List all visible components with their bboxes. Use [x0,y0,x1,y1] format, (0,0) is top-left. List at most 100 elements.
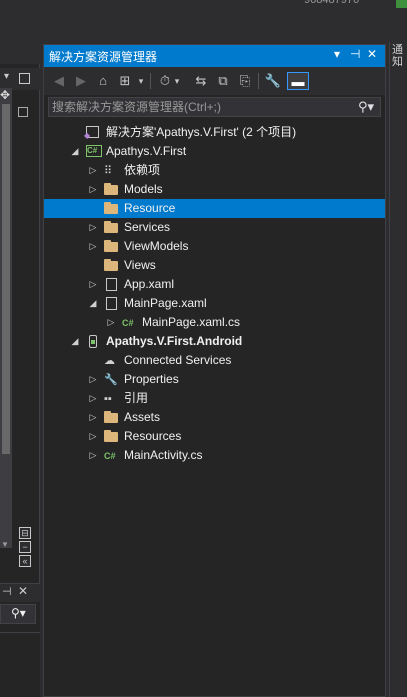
pin-icon[interactable]: ⊣ [2,585,12,598]
collapse-all-icon[interactable]: ⧉ [214,72,232,90]
solution-explorer-toolbar: ◀ ▶ ⌂ ⊞ ▾ ⏱ ▾ ⇆ ⧉ ⎘ 🔧 ▬ [44,67,385,95]
tree-item[interactable]: ▷ Assets [44,408,385,427]
csharp-file-icon: C# [122,318,134,328]
expanded-arrow-icon[interactable]: ◢ [88,294,98,313]
solution-tree: ◆ 解决方案'Apathys.V.First' (2 个项目) ◢ C# Apathys… [44,123,385,465]
tree-item[interactable]: ▷ ⠿ 依赖项 [44,161,385,180]
panel-icon[interactable] [18,107,28,117]
collapsed-arrow-icon[interactable]: ▷ [88,446,98,465]
tree-item[interactable]: ☁ Connected Services [44,351,385,370]
tree-item-label: Models [124,182,163,196]
expanded-arrow-icon[interactable]: ◢ [70,332,80,351]
left-panel-scrollbar[interactable] [0,88,12,548]
back-icon[interactable]: ◀ [50,72,68,90]
tree-item[interactable]: ▷ ▪▪ 引用 [44,389,385,408]
search-input[interactable] [49,98,339,116]
close-icon[interactable]: ✕ [18,584,28,598]
chevron-down-icon[interactable]: ▾ [136,72,146,90]
tree-item[interactable]: ◢ Apathys.V.First.Android [44,332,385,351]
xaml-file-icon [106,278,117,291]
collapsed-arrow-icon[interactable]: ▷ [88,237,98,256]
tree-item[interactable]: Views [44,256,385,275]
android-project-icon [89,335,97,348]
folder-icon [104,259,118,271]
collapsed-arrow-icon[interactable]: ▷ [88,427,98,446]
tree-item-label: Assets [124,410,161,424]
tree-item-label: Apathys.V.First.Android [106,334,243,348]
tree-item[interactable]: ▷ C# MainActivity.cs [44,446,385,465]
toolbar-separator [258,73,259,89]
tree-item-label: Views [124,258,156,272]
collapsed-arrow-icon[interactable]: ▷ [88,161,98,180]
tree-item[interactable]: ◆ 解决方案'Apathys.V.First' (2 个项目) [44,123,385,142]
sync-icon[interactable]: ⇆ [192,72,210,90]
window-position-icon[interactable]: ▾ [334,47,340,61]
show-all-files-icon[interactable]: ⎘ [236,72,254,90]
tree-item[interactable]: ▷ 🔧 Properties [44,370,385,389]
pin-icon[interactable]: ⊣ [350,47,360,61]
dropdown-icon[interactable]: ▾ [4,71,9,82]
preview-icon[interactable]: ▬ [287,72,309,90]
dependencies-icon: ⠿ [104,165,113,177]
panel-divider [0,632,40,633]
collapsed-arrow-icon[interactable]: ▷ [88,370,98,389]
solution-explorer: 解决方案资源管理器 ▾ ⊣ ✕ ◀ ▶ ⌂ ⊞ ▾ ⏱ ▾ ⇆ ⧉ ⎘ 🔧 ▬ … [43,44,386,697]
xaml-file-icon [106,297,117,310]
folder-icon [104,411,118,423]
references-icon: ▪▪ [104,393,112,405]
collapse-icon[interactable]: ⊟ [19,527,31,539]
tree-item[interactable]: ▷ Models [44,180,385,199]
wrench-icon[interactable]: 🔧 [264,72,282,90]
collapsed-arrow-icon[interactable]: ▷ [88,218,98,237]
tree-item[interactable]: ▷ Services [44,218,385,237]
scroll-down-arrow-icon[interactable]: ▼ [1,540,9,549]
collapsed-arrow-icon[interactable]: ▷ [88,180,98,199]
folder-icon [104,202,118,214]
solution-search-box[interactable]: ⚲▾ [48,97,381,117]
tree-item[interactable]: Resource [44,199,385,218]
top-number-text: 968487976 [304,0,360,6]
tree-item-label: Resources [124,429,182,443]
status-indicator [396,0,407,8]
csharp-file-icon: C# [104,451,116,461]
solution-explorer-title-bar[interactable]: 解决方案资源管理器 ▾ ⊣ ✕ [44,45,385,67]
tree-item[interactable]: ▷ ViewModels [44,237,385,256]
tree-item[interactable]: ◢ MainPage.xaml [44,294,385,313]
close-icon[interactable]: ✕ [367,47,377,61]
double-chevron-icon[interactable]: « [19,555,31,567]
switch-views-icon[interactable]: ⊞ [116,72,134,90]
left-bottom-header: ⊣ ✕ [0,584,40,602]
expanded-arrow-icon[interactable]: ◢ [70,142,80,161]
notifications-tab[interactable]: 通知 [392,44,404,68]
collapsed-arrow-icon[interactable]: ▷ [88,389,98,408]
folder-icon [104,430,118,442]
right-dock [389,42,407,697]
tree-item-label: Services [124,220,171,234]
collapsed-arrow-icon[interactable]: ▷ [88,275,98,294]
search-icon[interactable]: ⚲▾ [358,99,374,115]
panel-title: 解决方案资源管理器 [49,50,158,64]
tree-item-label: 解决方案'Apathys.V.First' (2 个项目) [106,125,297,139]
collapsed-arrow-icon[interactable]: ▷ [88,408,98,427]
tree-item-label: 引用 [124,391,149,405]
search-icon[interactable]: ⚲▾ [11,606,26,620]
forward-icon[interactable]: ▶ [72,72,90,90]
minus-icon[interactable]: − [19,541,31,553]
folder-icon [104,240,118,252]
split-icon[interactable] [19,73,30,84]
tree-item[interactable]: ▷ C# MainPage.xaml.cs [44,313,385,332]
home-icon[interactable]: ⌂ [94,72,112,90]
chevron-down-icon[interactable]: ▾ [172,72,182,90]
tree-item-label: ViewModels [124,239,189,253]
folder-icon [104,183,118,195]
tree-item-label: MainActivity.cs [124,448,203,462]
tree-item[interactable]: ▷ App.xaml [44,275,385,294]
tree-item-label: Properties [124,372,179,386]
left-search-box[interactable]: ⚲▾ [0,604,36,624]
scrollbar-thumb[interactable] [2,104,10,454]
tree-item[interactable]: ▷ Resources [44,427,385,446]
tree-item[interactable]: ◢ C# Apathys.V.First [44,142,385,161]
move-icon[interactable]: ✥ [0,88,10,102]
collapsed-arrow-icon[interactable]: ▷ [106,313,116,332]
tree-item-label: App.xaml [124,277,175,291]
